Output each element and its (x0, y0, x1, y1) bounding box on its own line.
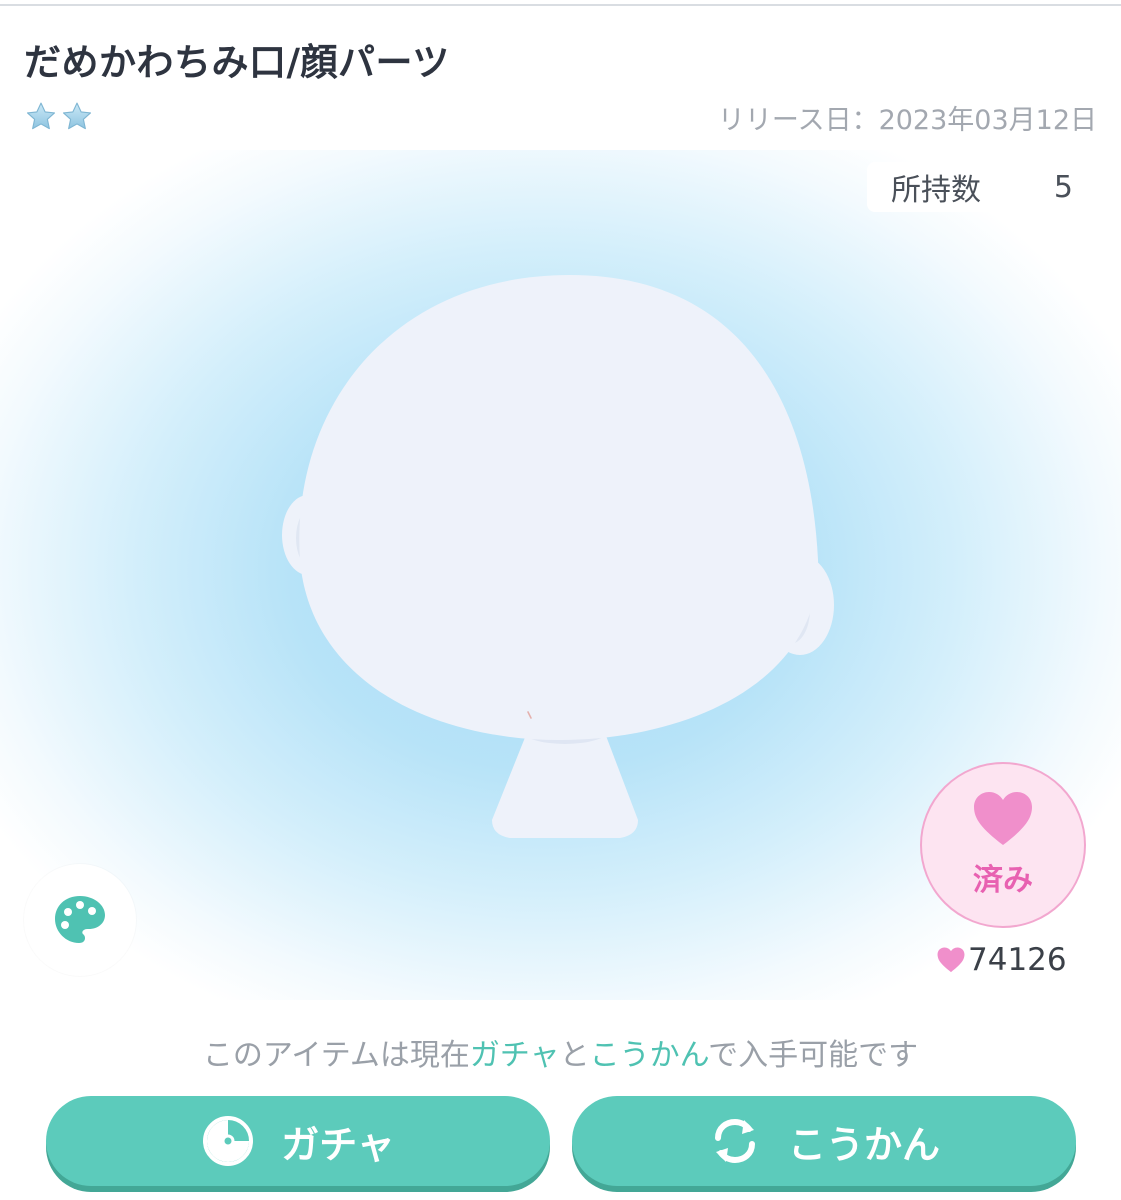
star-icon (24, 100, 58, 134)
heart-icon (972, 791, 1034, 847)
owned-label: 所持数 (891, 173, 981, 208)
owned-count: 5 (1053, 169, 1073, 205)
gacha-button-label: ガチャ (281, 1122, 395, 1167)
exchange-button-label: こうかん (787, 1122, 940, 1167)
palette-button[interactable] (24, 864, 136, 976)
avatar-preview (282, 275, 834, 838)
rarity-stars (24, 100, 94, 134)
like-button[interactable]: 済み (920, 762, 1086, 928)
availability-conjunction: と (559, 1038, 590, 1073)
heart-icon (937, 947, 965, 973)
release-date: リリース日：2023年03月12日 (717, 105, 1097, 136)
gacha-button[interactable]: ガチャ (46, 1096, 550, 1186)
exchange-button[interactable]: こうかん (572, 1096, 1076, 1186)
palette-icon (55, 896, 105, 943)
exchange-icon (714, 1118, 755, 1164)
item-title: だめかわちみ口/顔パーツ (24, 41, 450, 84)
availability-prefix: このアイテムは現在 (202, 1038, 470, 1073)
gacha-capsule-icon (203, 1116, 254, 1166)
availability-text: このアイテムは現在ガチャとこうかんで入手可能です (0, 1030, 1121, 1074)
availability-exchange: こうかん (589, 1038, 709, 1073)
owned-count-badge: 所持数 5 (867, 162, 1097, 212)
star-icon (60, 100, 94, 134)
item-header: だめかわちみ口/顔パーツ リリース日：2023年03月12日 (0, 6, 1121, 150)
like-state-label: 済み (973, 863, 1033, 898)
availability-gacha: ガチャ (469, 1038, 560, 1073)
like-count-value: 74126 (968, 942, 1067, 978)
item-preview-stage: 所持数 5 済み 74126 (0, 150, 1121, 1000)
like-count: 74126 (936, 942, 1067, 978)
availability-suffix: で入手可能です (708, 1038, 919, 1073)
